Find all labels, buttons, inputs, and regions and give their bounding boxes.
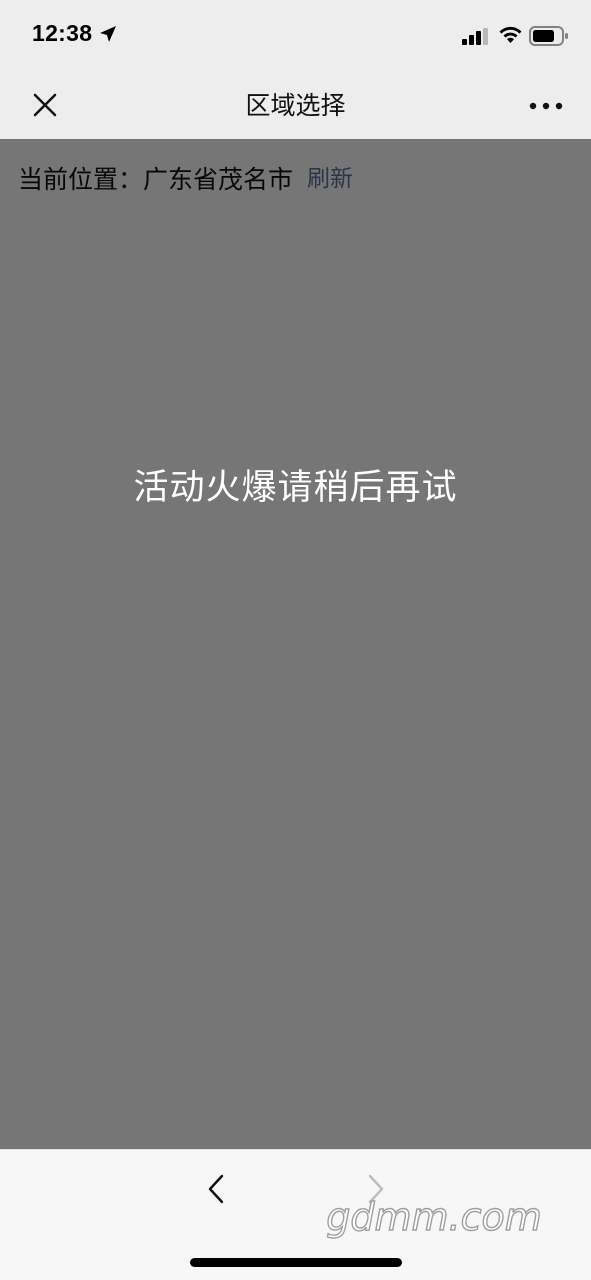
more-icon[interactable] [528,96,564,116]
wifi-icon [499,26,522,43]
loading-overlay: 活动火爆请稍后再试 [0,139,591,1149]
status-bar: 12:38 [0,0,591,72]
battery-icon [529,26,568,46]
home-indicator [190,1258,402,1267]
nav-bar: 区域选择 [0,72,591,139]
status-time: 12:38 [32,20,93,46]
close-icon[interactable] [28,88,62,122]
svg-text:gdmm.com: gdmm.com [326,1195,542,1239]
bottom-toolbar: gdmm.com [0,1149,591,1280]
back-arrow-icon[interactable] [202,1172,230,1206]
location-arrow-icon [100,26,116,42]
watermark: gdmm.com [326,1194,543,1239]
cellular-signal-icon [462,28,488,45]
page-title: 区域选择 [245,91,346,120]
overlay-message: 活动火爆请稍后再试 [133,468,458,508]
